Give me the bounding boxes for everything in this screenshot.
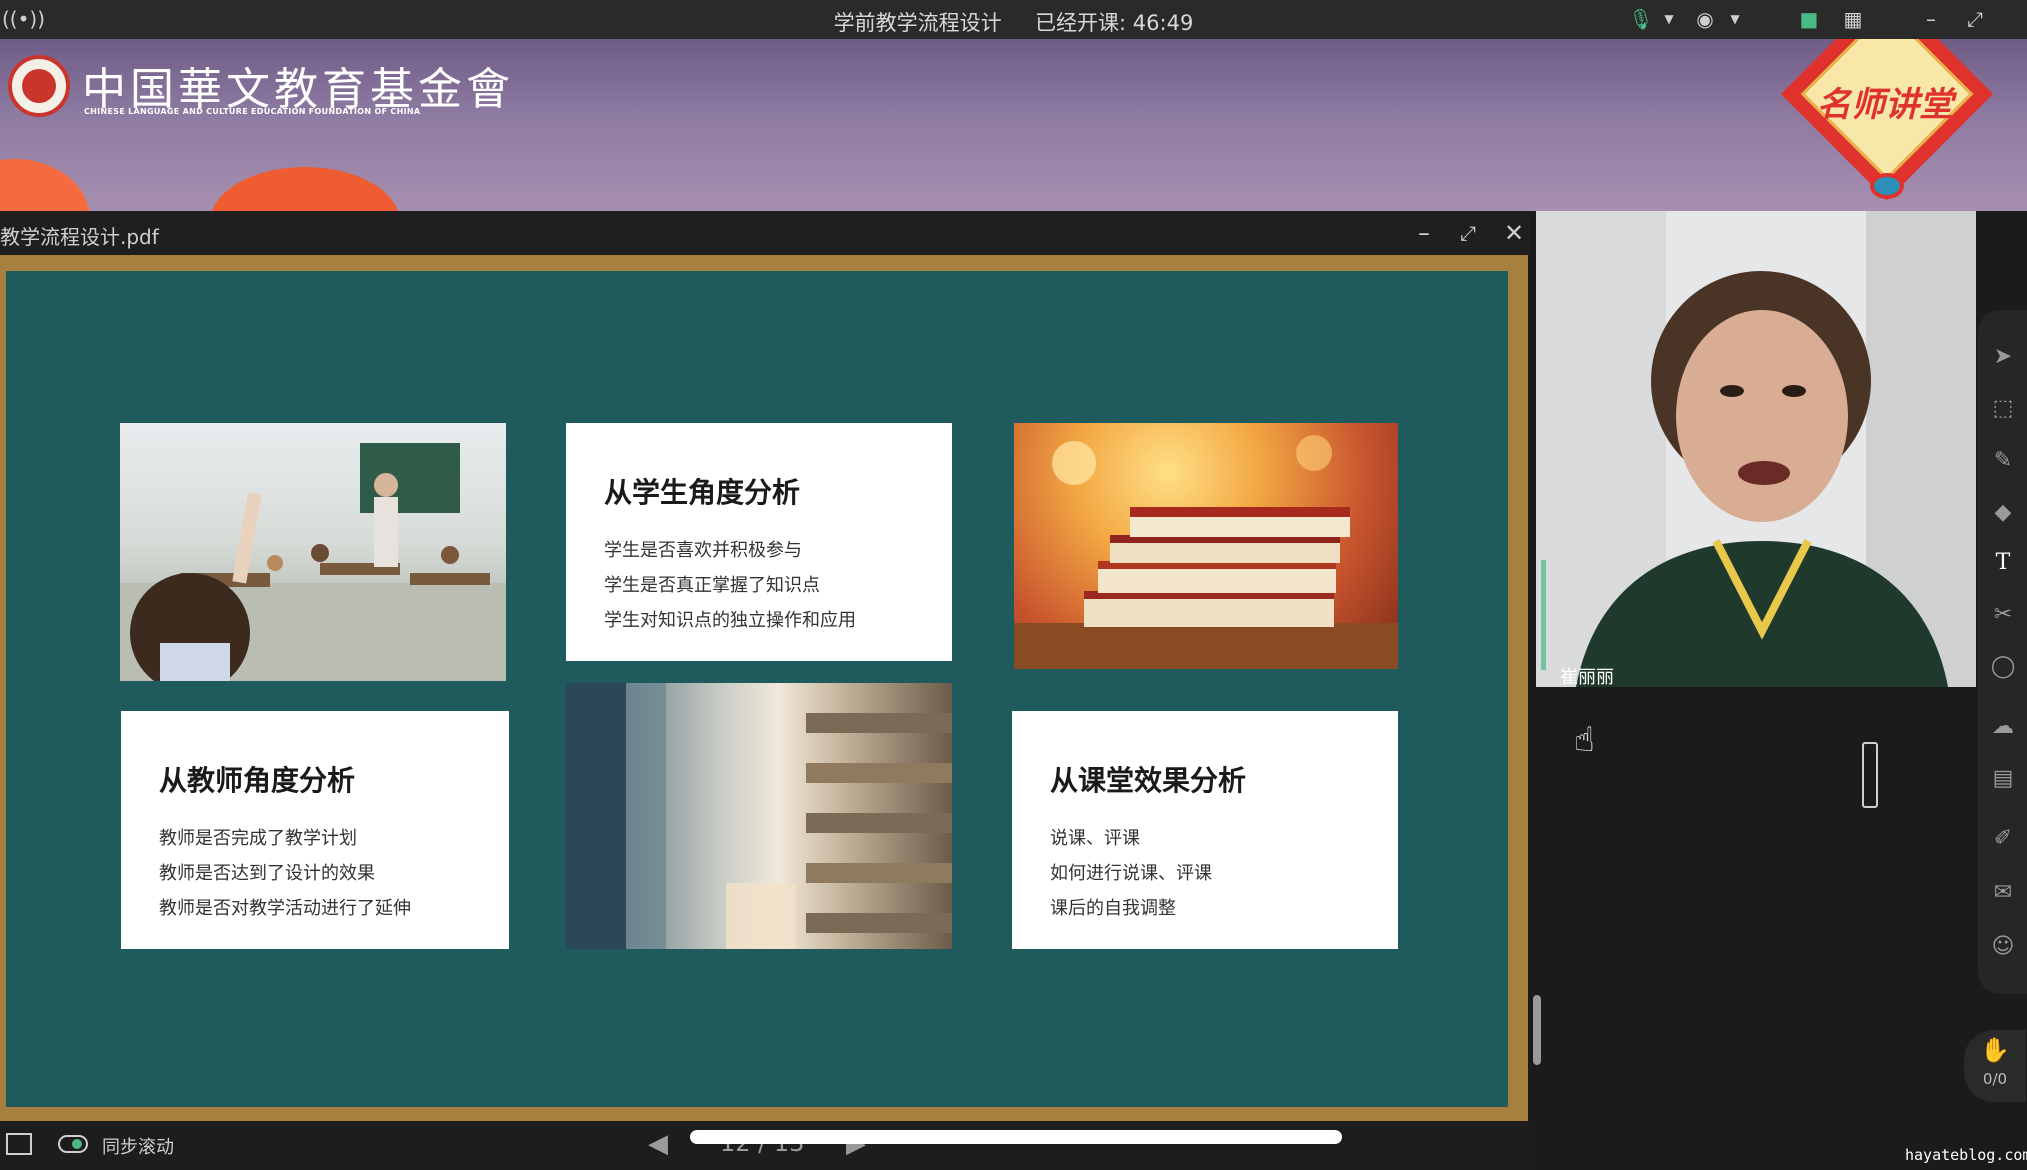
decor-blob: [0, 159, 90, 211]
text-tool-icon[interactable]: T: [1986, 546, 2020, 580]
audio-level-bar: [1541, 560, 1546, 670]
teacher-video-frame: [1536, 211, 1976, 687]
analysis-card-teacher: 从教师角度分析 教师是否完成了教学计划 教师是否达到了设计的效果 教师是否对教学…: [121, 711, 509, 949]
eraser-icon[interactable]: ◆: [1986, 496, 2020, 530]
pen-icon[interactable]: ✎: [1986, 444, 2020, 478]
watermark: hayateblog.com: [1905, 1146, 2027, 1164]
slide-board: 从学生角度分析 学生是否喜欢并积极参与 学生是否真正掌握了知识点 学生对知识点的…: [6, 271, 1508, 1107]
chat-icon[interactable]: ✉: [1986, 876, 2020, 910]
expand-icon[interactable]: ⤢: [1452, 217, 1484, 249]
chevron-down-icon[interactable]: ▼: [1722, 6, 1748, 32]
elapsed-time: 已经开课: 46:49: [1035, 11, 1194, 35]
fullscreen-icon[interactable]: ⤢: [1962, 6, 1988, 32]
sidebar-toggle-icon[interactable]: [6, 1133, 32, 1155]
card-heading: 从课堂效果分析: [1050, 764, 1247, 797]
card-heading: 从学生角度分析: [604, 476, 801, 509]
books-photo-art: [1014, 435, 1398, 669]
classroom-photo: [120, 423, 506, 681]
card-line: 学生是否喜欢并积极参与: [604, 540, 802, 561]
top-bar: ((•)) 学前教学流程设计 已经开课: 46:49 🎙 ▼ ◉ ▼ ■ ▦ –…: [0, 0, 2027, 39]
decor-blob: [210, 167, 400, 211]
sync-scroll-label: 同步滚动: [102, 1137, 174, 1158]
cloud-icon[interactable]: ☁: [1986, 710, 2020, 744]
card-line: 课后的自我调整: [1050, 898, 1176, 919]
vertical-scrollbar[interactable]: [1533, 995, 1541, 1065]
edit-icon[interactable]: ✐: [1986, 822, 2020, 856]
pdf-bottom-bar: 同步滚动 ◀ 12 / 13 ▶: [0, 1121, 1530, 1170]
pen-slider[interactable]: [1862, 742, 1878, 808]
library-photo: [566, 683, 952, 949]
org-name-en: CHINESE LANGUAGE AND CULTURE EDUCATION F…: [84, 107, 421, 116]
chevron-down-icon[interactable]: ▼: [1656, 6, 1682, 32]
banner: 中国華文教育基金會 CHINESE LANGUAGE AND CULTURE E…: [0, 39, 2027, 211]
classroom-photo-art: [120, 443, 506, 681]
grid-icon[interactable]: ▦: [1840, 6, 1866, 32]
toolbox-icon[interactable]: ▤: [1986, 762, 2020, 796]
screenshot-icon[interactable]: ■: [1796, 6, 1822, 32]
course-title: 学前教学流程设计: [833, 11, 1002, 35]
annotation-toolbar: ➤ ⬚ ✎ ◆ T ✂ ◯ ☁ ▤ ✐ ✉ ☺: [1978, 310, 2027, 994]
microphone-icon[interactable]: 🎙: [1628, 6, 1654, 32]
card-heading: 从教师角度分析: [159, 764, 356, 797]
minimize-icon[interactable]: –: [1918, 6, 1944, 32]
select-icon[interactable]: ⬚: [1986, 392, 2020, 426]
library-photo-art: [566, 683, 952, 949]
shape-icon[interactable]: ◯: [1986, 650, 2020, 684]
raise-hand-icon: ✋: [1980, 1036, 2010, 1064]
horizontal-scrollbar[interactable]: [690, 1130, 1342, 1144]
card-line: 教师是否完成了教学计划: [159, 828, 357, 849]
close-icon[interactable]: ✕: [1498, 217, 1530, 249]
teacher-video: [1536, 211, 1976, 687]
raise-hand-counter[interactable]: ✋ 0/0: [1964, 1030, 2026, 1102]
analysis-card-classroom: 从课堂效果分析 说课、评课 如何进行说课、评课 课后的自我调整: [1012, 711, 1398, 949]
prev-page-icon[interactable]: ◀: [648, 1129, 668, 1159]
pointer-icon[interactable]: ➤: [1986, 340, 2020, 374]
foundation-logo-icon: [8, 55, 70, 117]
card-line: 学生对知识点的独立操作和应用: [604, 610, 856, 631]
hand-cursor-icon: ☝: [1574, 720, 1595, 760]
minimize-icon[interactable]: –: [1408, 217, 1440, 249]
card-line: 学生是否真正掌握了知识点: [604, 575, 820, 596]
badge-swirl-icon: [1870, 173, 1904, 199]
card-line: 说课、评课: [1050, 828, 1140, 849]
analysis-card-student: 从学生角度分析 学生是否喜欢并积极参与 学生是否真正掌握了知识点 学生对知识点的…: [566, 423, 952, 661]
sync-scroll-toggle[interactable]: [58, 1135, 88, 1153]
counter-value: 0/0: [1982, 1070, 2008, 1088]
card-line: 教师是否达到了设计的效果: [159, 863, 375, 884]
scissors-icon[interactable]: ✂: [1986, 598, 2020, 632]
books-photo: [1014, 423, 1398, 669]
pdf-window-header: 教学流程设计.pdf – ⤢ ✕: [0, 211, 1530, 255]
participant-name: 崔丽丽: [1560, 667, 1614, 688]
users-icon[interactable]: ☺: [1986, 930, 2020, 964]
badge-text: 名师讲堂: [1817, 85, 1953, 125]
card-line: 如何进行说课、评课: [1050, 863, 1212, 884]
famous-teacher-badge: 名师讲堂: [1770, 39, 2000, 201]
card-line: 教师是否对教学活动进行了延伸: [159, 898, 411, 919]
camera-icon[interactable]: ◉: [1692, 6, 1718, 32]
pdf-filename: 教学流程设计.pdf: [0, 225, 159, 249]
